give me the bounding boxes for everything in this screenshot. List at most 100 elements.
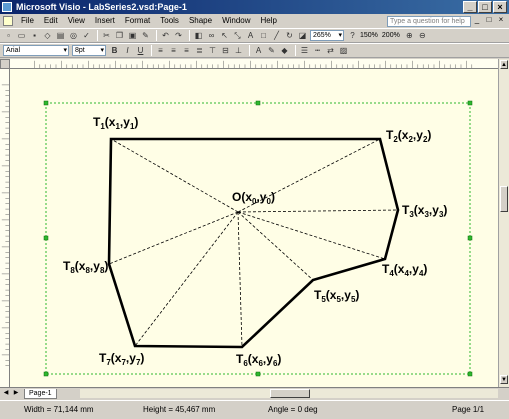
next-page-icon[interactable]: ▶ xyxy=(12,389,20,398)
selection-handle[interactable] xyxy=(43,100,49,106)
paste-icon[interactable]: ▣ xyxy=(127,30,138,41)
spoke-line xyxy=(134,211,239,347)
vertical-scrollbar[interactable]: ▲ ▼ xyxy=(498,59,509,387)
separator xyxy=(151,45,152,56)
selection-handle[interactable] xyxy=(255,371,261,377)
menu-tools[interactable]: Tools xyxy=(155,14,184,28)
save-icon[interactable]: ▪ xyxy=(29,30,40,41)
horizontal-scroll-thumb[interactable] xyxy=(270,389,310,398)
text-tool-icon[interactable]: A xyxy=(245,30,256,41)
scroll-down-icon[interactable]: ▼ xyxy=(500,375,508,384)
zoom-combo[interactable]: 265% xyxy=(310,30,344,41)
print-icon[interactable]: ▤ xyxy=(55,30,66,41)
doc-minimize-button[interactable]: _ xyxy=(472,15,482,25)
permission-icon[interactable]: ◇ xyxy=(42,30,53,41)
format-painter-icon[interactable]: ✎ xyxy=(140,30,151,41)
rectangle-tool-icon[interactable]: □ xyxy=(258,30,269,41)
undo-icon[interactable]: ↶ xyxy=(160,30,171,41)
line-weight-icon[interactable]: ☰ xyxy=(299,45,310,56)
cut-icon[interactable]: ✂ xyxy=(101,30,112,41)
print-preview-icon[interactable]: ◎ xyxy=(68,30,79,41)
italic-button[interactable]: I xyxy=(122,45,133,56)
stamp-icon[interactable]: ◪ xyxy=(297,30,308,41)
maximize-button[interactable]: □ xyxy=(478,1,492,13)
minimize-button[interactable]: _ xyxy=(463,1,477,13)
zoom-200-button[interactable]: 200% xyxy=(382,32,400,39)
menu-edit[interactable]: Edit xyxy=(39,14,63,28)
separator xyxy=(97,30,98,41)
zoom-out-icon[interactable]: ⊖ xyxy=(417,30,428,41)
menu-bar: File Edit View Insert Format Tools Shape… xyxy=(0,14,509,28)
formatting-toolbar: Arial 8pt B I U ≡ ≡ ≡ ≣ ⊤ ⊟ ⊥ A ✎ ◆ ☰ ┅ … xyxy=(0,43,509,58)
align-right-icon[interactable]: ≡ xyxy=(181,45,192,56)
title-bar: Microsoft Visio - LabSeries2.vsd:Page-1 … xyxy=(0,0,509,14)
status-bar: Width = 71,144 mm Height = 45,467 mm Ang… xyxy=(0,400,509,419)
horizontal-scrollbar[interactable] xyxy=(80,389,498,398)
align-center-icon[interactable]: ≡ xyxy=(168,45,179,56)
standard-toolbar: ▫ ▭ ▪ ◇ ▤ ◎ ✓ ✂ ❐ ▣ ✎ ↶ ↷ ◧ ∞ ↖ ⤡ A □ ╱ … xyxy=(0,28,509,43)
selection-handle[interactable] xyxy=(467,100,473,106)
vertex-label-t6: T6(x6,y6) xyxy=(236,352,281,368)
hyperlink-icon[interactable]: ∞ xyxy=(206,30,217,41)
selection-handle[interactable] xyxy=(255,100,261,106)
menu-window[interactable]: Window xyxy=(217,14,255,28)
redo-icon[interactable]: ↷ xyxy=(173,30,184,41)
vertical-ruler[interactable] xyxy=(0,69,10,387)
rotate-tool-icon[interactable]: ↻ xyxy=(284,30,295,41)
spelling-icon[interactable]: ✓ xyxy=(81,30,92,41)
menu-format[interactable]: Format xyxy=(120,14,155,28)
document-icon[interactable] xyxy=(3,16,13,26)
first-page-icon[interactable]: ◀ xyxy=(2,389,10,398)
selection-handle[interactable] xyxy=(43,371,49,377)
connector-tool-icon[interactable]: ⤡ xyxy=(232,30,243,41)
scroll-up-icon[interactable]: ▲ xyxy=(500,60,508,69)
zoom-150-button[interactable]: 150% xyxy=(360,32,378,39)
selection-handle[interactable] xyxy=(467,371,473,377)
spoke-line xyxy=(237,211,314,281)
zoom-in-icon[interactable]: ⊕ xyxy=(404,30,415,41)
line-ends-icon[interactable]: ⇄ xyxy=(325,45,336,56)
help-search-input[interactable]: Type a question for help xyxy=(387,16,471,27)
close-button[interactable]: × xyxy=(493,1,507,13)
shadow-color-icon[interactable]: ▨ xyxy=(338,45,349,56)
spoke-line xyxy=(108,211,239,265)
selection-handle[interactable] xyxy=(467,235,473,241)
vertical-scroll-thumb[interactable] xyxy=(500,186,508,212)
separator xyxy=(249,45,250,56)
font-color-icon[interactable]: A xyxy=(253,45,264,56)
fill-color-icon[interactable]: ◆ xyxy=(279,45,290,56)
open-icon[interactable]: ▭ xyxy=(16,30,27,41)
menu-insert[interactable]: Insert xyxy=(90,14,120,28)
selection-handle[interactable] xyxy=(43,235,49,241)
window-title: Microsoft Visio - LabSeries2.vsd:Page-1 xyxy=(16,2,187,12)
pointer-tool-icon[interactable]: ↖ xyxy=(219,30,230,41)
new-icon[interactable]: ▫ xyxy=(3,30,14,41)
menu-shape[interactable]: Shape xyxy=(184,14,217,28)
font-size-combo[interactable]: 8pt xyxy=(72,45,106,56)
menu-view[interactable]: View xyxy=(63,14,90,28)
underline-button[interactable]: U xyxy=(135,45,146,56)
bold-button[interactable]: B xyxy=(109,45,120,56)
font-combo[interactable]: Arial xyxy=(3,45,69,56)
shapes-icon[interactable]: ◧ xyxy=(193,30,204,41)
help-icon[interactable]: ? xyxy=(347,30,358,41)
tab-page-1[interactable]: Page-1 xyxy=(24,388,57,399)
drawing-canvas[interactable]: O(x0,y0) T1(x1,y1) T2(x2,y2) T3(x3,y3) T4(x… xyxy=(10,69,498,387)
ruler-corner[interactable] xyxy=(0,59,10,69)
align-bottom-icon[interactable]: ⊥ xyxy=(233,45,244,56)
spoke-line xyxy=(237,211,386,260)
horizontal-ruler[interactable] xyxy=(10,59,498,69)
menu-file[interactable]: File xyxy=(16,14,39,28)
justify-icon[interactable]: ≣ xyxy=(194,45,205,56)
line-pattern-icon[interactable]: ┅ xyxy=(312,45,323,56)
align-middle-icon[interactable]: ⊟ xyxy=(220,45,231,56)
polygon-outline[interactable] xyxy=(107,137,400,349)
doc-restore-button[interactable]: □ xyxy=(484,15,494,25)
align-left-icon[interactable]: ≡ xyxy=(155,45,166,56)
copy-icon[interactable]: ❐ xyxy=(114,30,125,41)
align-top-icon[interactable]: ⊤ xyxy=(207,45,218,56)
line-color-icon[interactable]: ✎ xyxy=(266,45,277,56)
doc-close-button[interactable]: × xyxy=(496,15,506,25)
menu-help[interactable]: Help xyxy=(256,14,282,28)
line-tool-icon[interactable]: ╱ xyxy=(271,30,282,41)
